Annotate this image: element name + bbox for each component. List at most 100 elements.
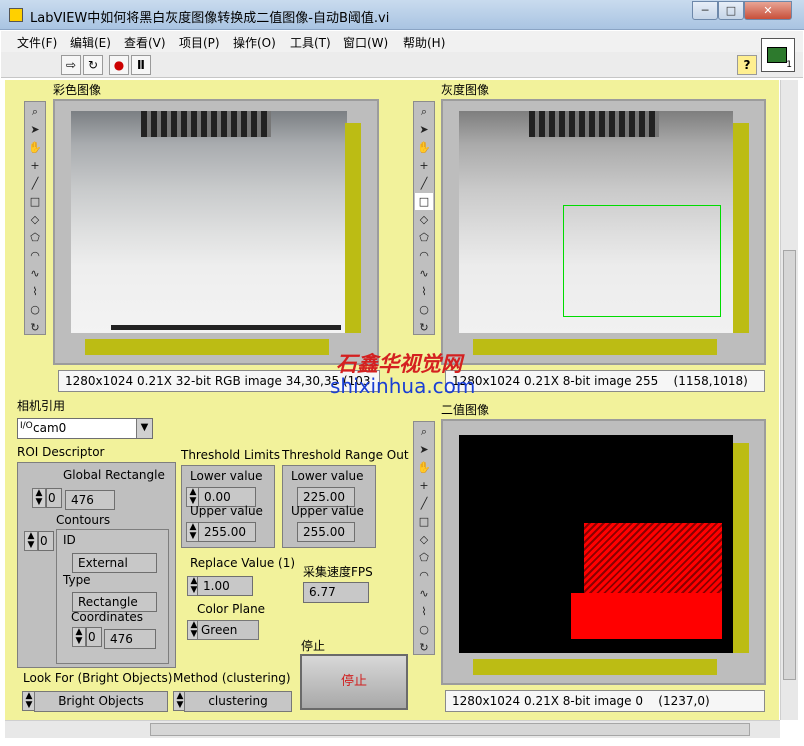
stop-button[interactable]: 停止: [300, 654, 408, 710]
zoom-icon[interactable]: ⌕: [26, 103, 44, 120]
horizontal-scrollbar[interactable]: [5, 720, 780, 738]
rectangle-icon[interactable]: □: [415, 513, 433, 530]
roi-rectangle[interactable]: [563, 205, 721, 317]
menu-window[interactable]: 窗口(W): [343, 34, 388, 51]
menu-operate[interactable]: 操作(O): [233, 34, 276, 51]
gray-image-display[interactable]: [441, 99, 766, 365]
line-icon[interactable]: ╱: [415, 175, 433, 192]
lower-value-label: Lower value: [190, 469, 263, 483]
annulus-icon[interactable]: ◠: [415, 567, 433, 584]
floor-edge: [111, 325, 341, 330]
line-icon[interactable]: ╱: [26, 175, 44, 192]
menu-tools[interactable]: 工具(T): [290, 34, 331, 51]
point-icon[interactable]: +: [415, 477, 433, 494]
gray-image-vertical-scrollbar[interactable]: [733, 123, 749, 333]
horizontal-scroll-thumb[interactable]: [150, 723, 750, 736]
run-continuously-button[interactable]: ↻: [83, 55, 103, 75]
pan-icon[interactable]: ✋: [415, 459, 433, 476]
chevron-down-icon[interactable]: ▼: [136, 419, 152, 438]
pause-button[interactable]: Ⅱ: [131, 55, 151, 75]
rotated-rect-icon[interactable]: ◇: [415, 531, 433, 548]
broken-line-icon[interactable]: ⌇: [26, 283, 44, 300]
binary-image-horizontal-scrollbar[interactable]: [473, 659, 717, 675]
point-icon[interactable]: +: [415, 157, 433, 174]
camera-label: 相机引用: [17, 399, 66, 413]
binary-image-display[interactable]: [441, 419, 766, 685]
title-bar[interactable]: LabVIEW中如何将黑白灰度图像转换成二值图像-自动B阈值.vi ─ □ ✕: [0, 0, 804, 30]
rotate-icon[interactable]: ↻: [415, 319, 433, 336]
menu-project[interactable]: 项目(P): [179, 34, 220, 51]
vertical-scroll-thumb[interactable]: [783, 250, 796, 680]
maximize-button[interactable]: □: [718, 1, 744, 20]
type-value[interactable]: Rectangle: [72, 592, 157, 612]
gray-image-tool-palette: ⌕ ➤ ✋ + ╱ □ ◇ ⬠ ◠ ∿ ⌇ ○ ↻: [413, 101, 435, 335]
global-rect-index-spinner[interactable]: ▲ ▼: [32, 488, 46, 508]
color-image-vertical-scrollbar[interactable]: [345, 123, 361, 333]
vertical-scrollbar[interactable]: [780, 80, 798, 720]
camera-select[interactable]: I/O cam0 ▼: [17, 418, 153, 439]
broken-line-icon[interactable]: ⌇: [415, 283, 433, 300]
context-help-button[interactable]: ?: [737, 55, 757, 75]
freehand-icon[interactable]: ∿: [26, 265, 44, 282]
polygon-icon[interactable]: ⬠: [415, 229, 433, 246]
oval-icon[interactable]: ○: [415, 621, 433, 638]
color-image-horizontal-scrollbar[interactable]: [85, 339, 329, 355]
menu-file[interactable]: 文件(F): [17, 34, 57, 51]
color-image-display[interactable]: [53, 99, 379, 365]
run-button[interactable]: ⇨: [61, 55, 81, 75]
rotate-icon[interactable]: ↻: [26, 319, 44, 336]
method-ring[interactable]: clustering: [184, 691, 292, 712]
point-icon[interactable]: +: [26, 157, 44, 174]
upper-value-input[interactable]: 255.00: [198, 522, 256, 542]
contours-index[interactable]: 0: [38, 531, 54, 551]
close-button[interactable]: ✕: [744, 1, 792, 20]
look-for-ring[interactable]: Bright Objects: [34, 691, 168, 712]
binary-image-content: [459, 435, 733, 653]
oval-icon[interactable]: ○: [26, 301, 44, 318]
pointer-icon[interactable]: ➤: [415, 441, 433, 458]
freehand-icon[interactable]: ∿: [415, 585, 433, 602]
method-label: Method (clustering): [173, 671, 291, 685]
line-icon[interactable]: ╱: [415, 495, 433, 512]
contours-index-spinner[interactable]: ▲ ▼: [24, 531, 38, 551]
coordinates-index[interactable]: 0: [86, 627, 102, 647]
replace-value-input[interactable]: 1.00: [197, 576, 253, 596]
coordinates-value[interactable]: 476: [104, 629, 156, 649]
menu-edit[interactable]: 编辑(E): [70, 34, 111, 51]
global-rect-index[interactable]: 0: [46, 488, 62, 508]
abort-button[interactable]: ●: [109, 55, 129, 75]
rotated-rect-icon[interactable]: ◇: [415, 211, 433, 228]
binary-image-vertical-scrollbar[interactable]: [733, 443, 749, 653]
color-plane-ring[interactable]: Green: [197, 620, 259, 640]
gray-image-horizontal-scrollbar[interactable]: [473, 339, 717, 355]
menu-view[interactable]: 查看(V): [124, 34, 166, 51]
id-label: ID: [63, 533, 76, 547]
annulus-icon[interactable]: ◠: [415, 247, 433, 264]
rectangle-icon[interactable]: □: [26, 193, 44, 210]
window-title: LabVIEW中如何将黑白灰度图像转换成二值图像-自动B阈值.vi: [30, 11, 390, 26]
polygon-icon[interactable]: ⬠: [415, 549, 433, 566]
minimize-button[interactable]: ─: [692, 1, 718, 20]
pointer-icon[interactable]: ➤: [26, 121, 44, 138]
rotated-rect-icon[interactable]: ◇: [26, 211, 44, 228]
broken-line-icon[interactable]: ⌇: [415, 603, 433, 620]
global-rect-value[interactable]: 476: [65, 490, 115, 510]
zoom-icon[interactable]: ⌕: [415, 423, 433, 440]
fps-label: 采集速度FPS: [303, 565, 373, 579]
annulus-icon[interactable]: ◠: [26, 247, 44, 264]
menu-help[interactable]: 帮助(H): [403, 34, 445, 51]
polygon-icon[interactable]: ⬠: [26, 229, 44, 246]
pointer-icon[interactable]: ➤: [415, 121, 433, 138]
vi-icon[interactable]: 1: [761, 38, 795, 72]
binary-image-status: 1280x1024 0.21X 8-bit image 0 (1237,0): [445, 690, 765, 712]
rotate-icon[interactable]: ↻: [415, 639, 433, 656]
zoom-icon[interactable]: ⌕: [415, 103, 433, 120]
pan-icon[interactable]: ✋: [26, 139, 44, 156]
rectangle-icon[interactable]: □: [415, 193, 433, 210]
roi-descriptor-cluster: Global Rectangle ▲ ▼ 0 476 Contours ▲ ▼ 0 …: [17, 462, 176, 668]
id-value[interactable]: External: [72, 553, 157, 573]
oval-icon[interactable]: ○: [415, 301, 433, 318]
freehand-icon[interactable]: ∿: [415, 265, 433, 282]
coordinates-index-spinner[interactable]: ▲ ▼: [72, 627, 86, 647]
pan-icon[interactable]: ✋: [415, 139, 433, 156]
